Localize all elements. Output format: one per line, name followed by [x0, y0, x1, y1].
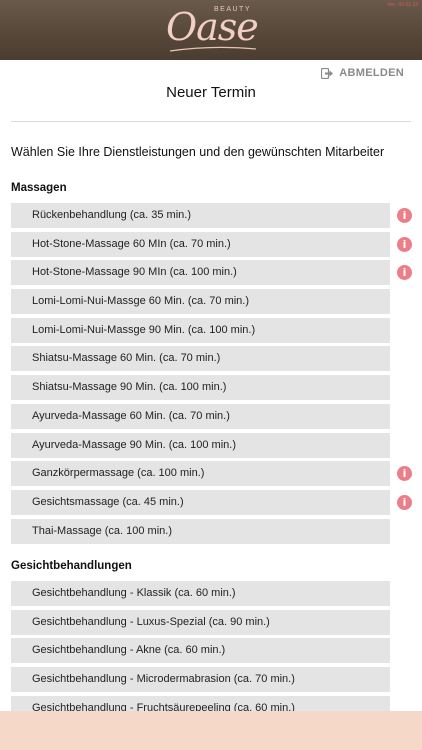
service-button[interactable]: Gesichtbehandlung - Luxus-Spezial (ca. 9…: [11, 609, 390, 635]
service-button[interactable]: Ayurveda-Massage 60 Min. (ca. 70 min.): [11, 403, 390, 429]
service-item: Hot-Stone-Massage 90 MIn (ca. 100 min.) i: [11, 260, 422, 289]
footer-bar: [0, 711, 422, 750]
service-label: Gesichtbehandlung - Luxus-Spezial (ca. 9…: [32, 615, 270, 628]
service-label: Gesichtbehandlung - Microdermabrasion (c…: [32, 673, 295, 686]
service-button[interactable]: Hot-Stone-Massage 60 MIn (ca. 70 min.): [11, 231, 390, 257]
service-label: Ayurveda-Massage 90 Min. (ca. 100 min.): [32, 438, 236, 451]
service-item: Gesichtbehandlung - Klassik (ca. 60 min.…: [11, 581, 422, 610]
service-label: Rückenbehandlung (ca. 35 min.): [32, 209, 191, 221]
info-icon[interactable]: i: [397, 494, 412, 510]
info-icon[interactable]: i: [397, 265, 412, 281]
version-label: Ver.: 00.01.13: [387, 2, 418, 8]
service-item: Shiatsu-Massage 90 Min. (ca. 100 min.): [11, 375, 422, 404]
service-button[interactable]: Gesichtbehandlung - Microdermabrasion (c…: [11, 667, 390, 693]
service-button[interactable]: Gesichtbehandlung - Klassik (ca. 60 min.…: [11, 581, 390, 606]
service-label: Lomi-Lomi-Nui-Massge 60 Min. (ca. 70 min…: [32, 295, 250, 308]
service-item: Ayurveda-Massage 90 Min. (ca. 100 min.): [11, 432, 422, 462]
section-title-gesichtbehandlungen: Gesichtbehandlungen: [11, 560, 132, 572]
info-icon[interactable]: i: [397, 208, 412, 223]
service-button[interactable]: Ayurveda-Massage 90 Min. (ca. 100 min.): [11, 432, 390, 458]
section-title-massagen: Massagen: [11, 182, 67, 194]
service-label: Hot-Stone-Massage 60 MIn (ca. 70 min.): [32, 237, 231, 250]
page-title: Neuer Termin: [166, 84, 256, 101]
service-label: Lomi-Lomi-Nui-Massge 90 Min. (ca. 100 mi…: [32, 323, 256, 336]
service-button[interactable]: Lomi-Lomi-Nui-Massge 90 Min. (ca. 100 mi…: [11, 317, 390, 343]
intro-text: Wählen Sie Ihre Dienstleistungen und den…: [11, 145, 385, 159]
service-item: Hot-Stone-Massage 60 MIn (ca. 70 min.) i: [11, 231, 422, 261]
service-item: Gesichtbehandlung - Akne (ca. 60 min.): [11, 638, 422, 667]
service-item: Gesichtbehandlung - Microdermabrasion (c…: [11, 667, 422, 696]
service-item: Ayurveda-Massage 60 Min. (ca. 70 min.): [11, 403, 422, 433]
info-icon[interactable]: i: [397, 466, 412, 482]
logout-label: ABMELDEN: [339, 67, 404, 79]
service-button[interactable]: Shiatsu-Massage 60 Min. (ca. 70 min.): [11, 346, 390, 372]
service-button[interactable]: Shiatsu-Massage 90 Min. (ca. 100 min.): [11, 375, 390, 401]
service-list-gesichtbehandlungen: Gesichtbehandlung - Klassik (ca. 60 min.…: [11, 581, 422, 724]
app-header: BEAUTY Oase Ver.: 00.01.13: [0, 0, 422, 60]
service-button[interactable]: Rückenbehandlung (ca. 35 min.): [11, 203, 390, 228]
service-label: Gesichtbehandlung - Klassik (ca. 60 min.…: [32, 587, 236, 599]
service-item: Rückenbehandlung (ca. 35 min.) i: [11, 203, 422, 232]
service-label: Ayurveda-Massage 60 Min. (ca. 70 min.): [32, 409, 230, 422]
service-label: Gesichtsmassage (ca. 45 min.): [32, 495, 184, 508]
service-label: Shiatsu-Massage 90 Min. (ca. 100 min.): [32, 381, 227, 394]
service-button[interactable]: Gesichtsmassage (ca. 45 min.): [11, 489, 390, 515]
service-button[interactable]: Lomi-Lomi-Nui-Massge 60 Min. (ca. 70 min…: [11, 289, 390, 315]
service-label: Shiatsu-Massage 60 Min. (ca. 70 min.): [32, 352, 221, 365]
service-button[interactable]: Gesichtbehandlung - Akne (ca. 60 min.): [11, 638, 390, 664]
service-button[interactable]: Thai-Massage (ca. 100 min.): [11, 518, 390, 544]
service-item: Gesichtbehandlung - Luxus-Spezial (ca. 9…: [11, 609, 422, 639]
service-label: Thai-Massage (ca. 100 min.): [32, 524, 172, 537]
service-item: Lomi-Lomi-Nui-Massge 90 Min. (ca. 100 mi…: [11, 317, 422, 347]
logout-button[interactable]: ABMELDEN: [321, 67, 404, 79]
logout-icon: [321, 67, 334, 79]
service-item: Lomi-Lomi-Nui-Massge 60 Min. (ca. 70 min…: [11, 289, 422, 318]
service-button[interactable]: Hot-Stone-Massage 90 MIn (ca. 100 min.): [11, 260, 390, 286]
service-item: Shiatsu-Massage 60 Min. (ca. 70 min.): [11, 346, 422, 375]
service-button[interactable]: Ganzkörpermassage (ca. 100 min.): [11, 461, 390, 487]
service-list-massagen: Rückenbehandlung (ca. 35 min.) i Hot-Stone…: [11, 203, 422, 547]
logo-swash-icon: [169, 46, 257, 52]
service-item: Ganzkörpermassage (ca. 100 min.) i: [11, 461, 422, 490]
info-icon[interactable]: i: [397, 236, 412, 252]
brand-logo: BEAUTY Oase: [0, 0, 422, 60]
service-label: Ganzkörpermassage (ca. 100 min.): [32, 467, 205, 480]
service-label: Hot-Stone-Massage 90 MIn (ca. 100 min.): [32, 266, 237, 279]
divider: [11, 121, 411, 122]
logo-oase-text: Oase: [166, 5, 259, 49]
service-item: Thai-Massage (ca. 100 min.): [11, 518, 422, 548]
service-item: Gesichtsmassage (ca. 45 min.) i: [11, 489, 422, 519]
service-label: Gesichtbehandlung - Akne (ca. 60 min.): [32, 644, 226, 657]
